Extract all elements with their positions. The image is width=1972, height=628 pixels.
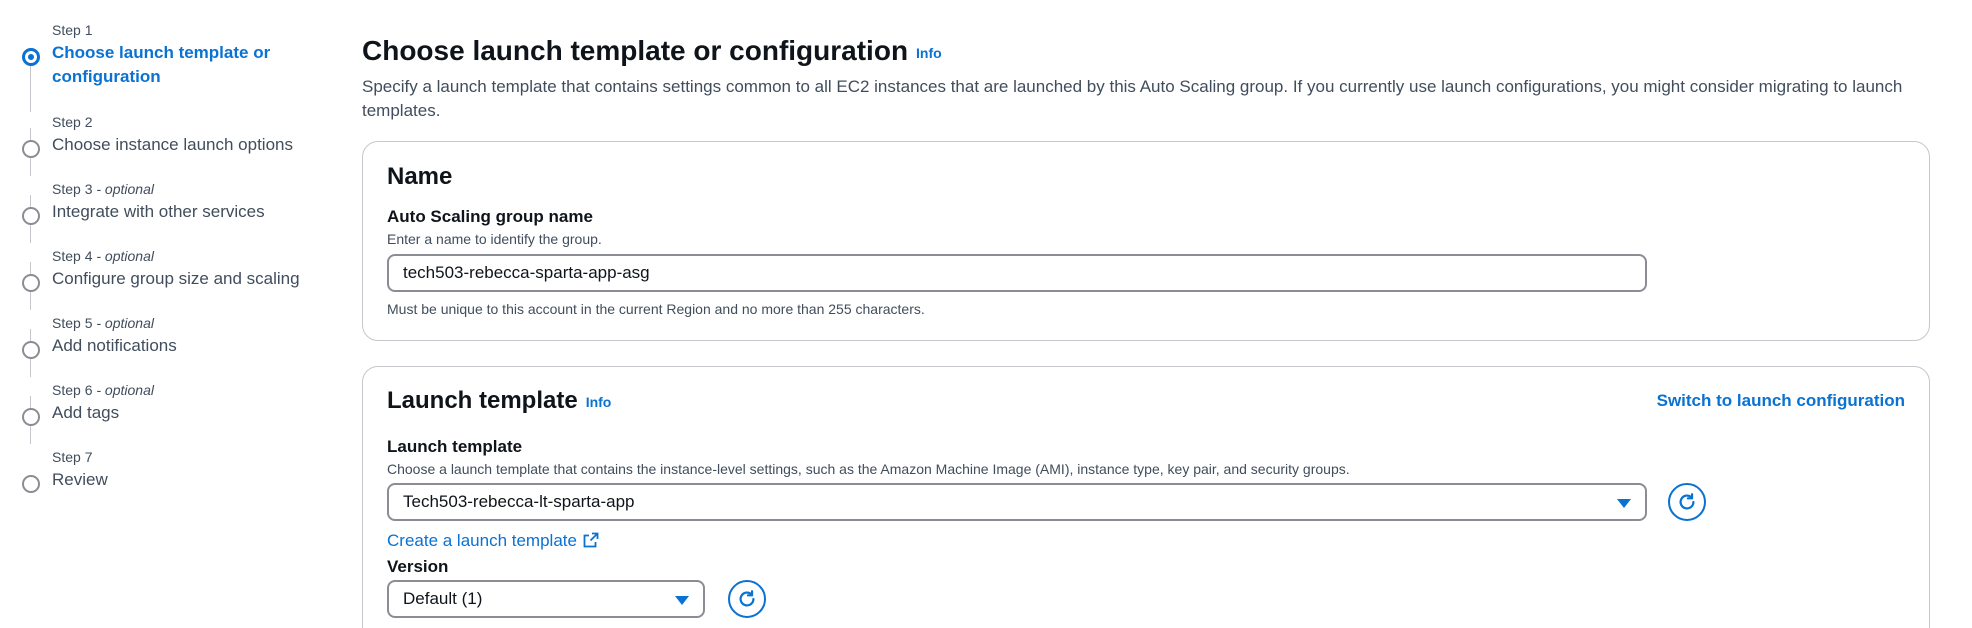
step-5[interactable]: Step 5 - optional Add notifications — [22, 314, 332, 359]
step-number: Step 1 — [52, 22, 93, 38]
step-6[interactable]: Step 6 - optional Add tags — [22, 381, 332, 426]
page-title: Choose launch template or configuration — [362, 35, 909, 66]
refresh-icon — [1679, 493, 1695, 510]
refresh-versions-button[interactable] — [728, 580, 766, 618]
step-number: Step 6 — [52, 382, 93, 398]
external-link-icon — [583, 532, 599, 554]
launch-template-title-row: Launch template Info — [387, 386, 611, 417]
step-optional-tag: - optional — [92, 315, 154, 331]
step-title[interactable]: Configure group size and scaling — [52, 267, 332, 291]
step-number: Step 5 — [52, 315, 93, 331]
step-optional-tag: - optional — [92, 248, 154, 264]
step-indicator — [22, 341, 40, 359]
step-title[interactable]: Review — [52, 468, 332, 492]
asg-name-description: Enter a name to identify the group. — [387, 231, 602, 247]
version-select[interactable]: Default (1) — [387, 580, 705, 618]
launch-template-container: Launch template Info Switch to launch con… — [362, 366, 1930, 628]
step-number: Step 3 — [52, 181, 93, 197]
asg-name-label: Auto Scaling group name — [387, 207, 593, 226]
asg-name-constraint: Must be unique to this account in the cu… — [387, 301, 925, 317]
switch-to-launch-configuration-link[interactable]: Switch to launch configuration — [1657, 390, 1905, 412]
name-section-title: Name — [387, 163, 453, 190]
step-indicator — [22, 408, 40, 426]
step-7[interactable]: Step 7 Review — [22, 448, 332, 493]
asg-name-input[interactable] — [387, 254, 1647, 292]
create-asg-page: Step 1 Choose launch template or configu… — [0, 0, 1972, 628]
step-indicator — [22, 207, 40, 225]
step-4[interactable]: Step 4 - optional Configure group size a… — [22, 247, 332, 292]
launch-template-label: Launch template — [387, 437, 523, 456]
step-title[interactable]: Add tags — [52, 401, 332, 425]
step-number: Step 7 — [52, 449, 93, 465]
create-launch-template-label: Create a launch template — [387, 531, 577, 550]
create-launch-template-link[interactable]: Create a launch template — [387, 530, 599, 554]
name-container: Name Auto Scaling group name Enter a nam… — [362, 141, 1930, 341]
step-optional-tag: - optional — [92, 181, 154, 197]
caret-down-icon — [675, 596, 689, 605]
step-indicator — [22, 274, 40, 292]
step-connector — [30, 58, 31, 112]
page-info-link[interactable]: Info — [916, 45, 942, 61]
step-indicator — [22, 140, 40, 158]
step-number: Step 2 — [52, 114, 93, 130]
version-label: Version — [387, 557, 449, 576]
step-title[interactable]: Add notifications — [52, 334, 332, 358]
step-1[interactable]: Step 1 Choose launch template or configu… — [22, 21, 332, 89]
refresh-launch-templates-button[interactable] — [1668, 483, 1706, 521]
wizard-stepper: Step 1 Choose launch template or configu… — [0, 0, 340, 628]
step-title[interactable]: Integrate with other services — [52, 200, 332, 224]
step-number: Step 4 — [52, 248, 93, 264]
step-title[interactable]: Choose launch template or configuration — [52, 41, 332, 89]
step-title[interactable]: Choose instance launch options — [52, 133, 332, 157]
step-indicator — [22, 475, 40, 493]
launch-template-section-title: Launch template — [387, 387, 578, 414]
caret-down-icon — [1617, 499, 1631, 508]
step-3[interactable]: Step 3 - optional Integrate with other s… — [22, 180, 332, 225]
step-2[interactable]: Step 2 Choose instance launch options — [22, 113, 332, 158]
page-description: Specify a launch template that contains … — [362, 77, 1903, 120]
launch-template-description: Choose a launch template that contains t… — [387, 461, 1350, 477]
step-optional-tag: - optional — [92, 382, 154, 398]
version-selected-value: Default (1) — [403, 589, 483, 608]
step-active-indicator — [22, 48, 40, 66]
launch-template-info-link[interactable]: Info — [586, 394, 612, 410]
page-title-row: Choose launch template or configuration I… — [362, 33, 942, 71]
launch-template-select[interactable]: Tech503-rebecca-lt-sparta-app — [387, 483, 1647, 521]
launch-template-selected-value: Tech503-rebecca-lt-sparta-app — [403, 492, 635, 511]
refresh-icon — [739, 590, 755, 607]
